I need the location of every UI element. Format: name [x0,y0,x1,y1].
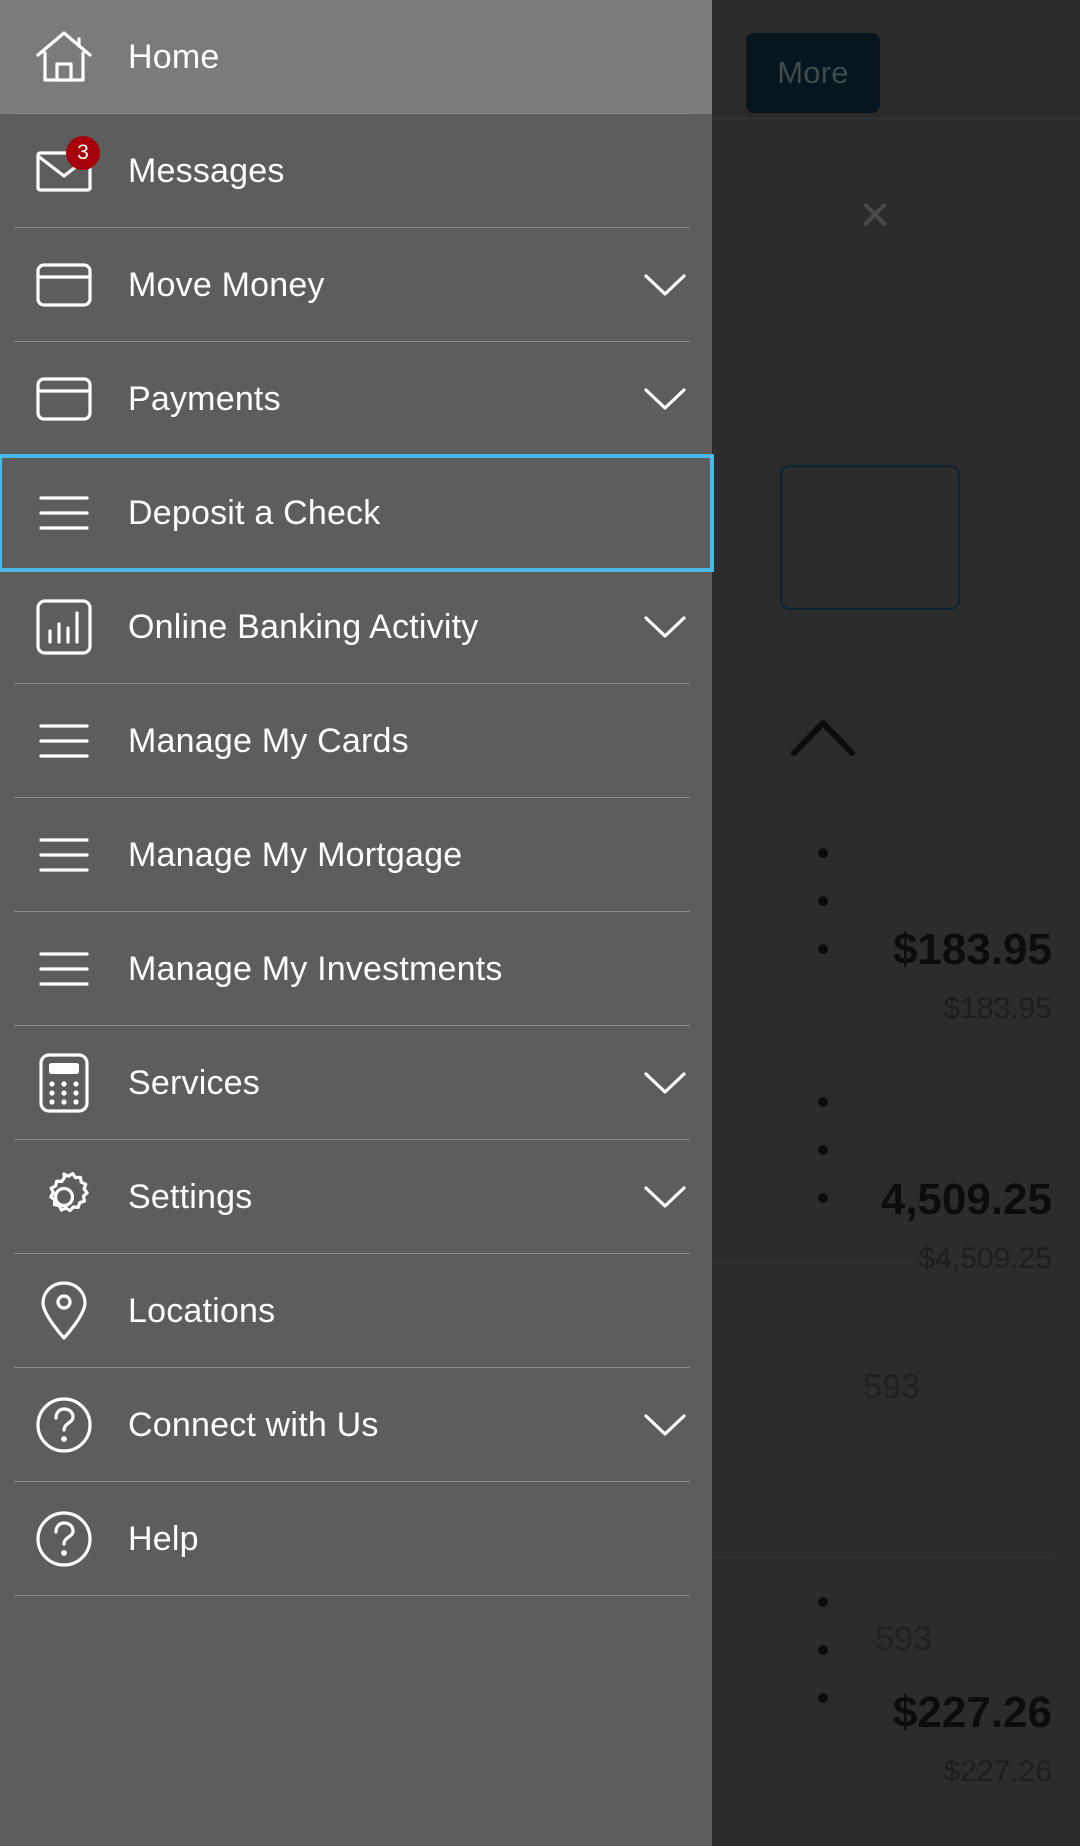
nav-item-services[interactable]: Services [0,1026,712,1140]
nav-item-home[interactable]: Home [0,0,712,114]
nav-item-label: Services [128,1063,260,1102]
nav-item-manage-my-mortgage[interactable]: Manage My Mortgage [0,798,712,912]
kebab-menu-icon[interactable] [818,848,828,954]
question-circle-icon [0,1368,128,1482]
nav-item-label: Messages [128,151,285,190]
hamburger-icon [0,456,128,570]
nav-item-connect-with-us[interactable]: Connect with Us [0,1368,712,1482]
nav-item-label: Manage My Mortgage [128,835,463,874]
chevron-down-icon[interactable] [643,272,687,298]
chevron-down-icon[interactable] [643,614,687,640]
nav-item-label: Payments [128,379,281,418]
message-count-badge: 3 [66,136,100,170]
account-number: 593 [863,1368,920,1406]
nav-divider [14,1595,690,1596]
more-button-label: More [777,55,849,90]
account-row-divider [712,1557,1054,1558]
account-card-outline [780,465,960,610]
nav-item-label: Connect with Us [128,1405,379,1444]
chevron-down-icon[interactable] [643,386,687,412]
account-number: 593 [875,1620,932,1658]
account-current-balance: $4,509.25 [918,1242,1052,1275]
app-screen: More ✕ $183.95 $183.95 4,509.25 $4,509.2… [0,0,1080,1846]
nav-item-move-money[interactable]: Move Money [0,228,712,342]
more-button[interactable]: More [746,33,880,113]
account-current-balance: $183.95 [943,992,1052,1025]
nav-item-settings[interactable]: Settings [0,1140,712,1254]
nav-item-online-banking-activity[interactable]: Online Banking Activity [0,570,712,684]
account-available-balance: $183.95 [892,925,1052,974]
nav-item-label: Home [128,37,220,76]
nav-item-manage-my-cards[interactable]: Manage My Cards [0,684,712,798]
chevron-down-icon[interactable] [643,1184,687,1210]
close-icon[interactable]: ✕ [855,196,895,236]
nav-item-locations[interactable]: Locations [0,1254,712,1368]
navigation-drawer: Home 3 Messages Move Money Payments Depo… [0,0,714,1846]
home-icon [0,0,128,114]
map-pin-icon [0,1254,128,1368]
card-icon [0,228,128,342]
nav-item-help[interactable]: Help [0,1482,712,1596]
nav-item-label: Settings [128,1177,253,1216]
nav-item-deposit-a-check[interactable]: Deposit a Check [0,454,714,572]
card-icon [0,342,128,456]
hamburger-icon [0,912,128,1026]
nav-item-label: Move Money [128,265,325,304]
nav-item-label: Manage My Cards [128,721,409,760]
calculator-icon [0,1026,128,1140]
question-circle-icon [0,1482,128,1596]
bar-chart-icon [0,570,128,684]
chevron-down-icon[interactable] [643,1070,687,1096]
nav-item-label: Locations [128,1291,276,1330]
nav-item-messages[interactable]: 3 Messages [0,114,712,228]
account-available-balance: 4,509.25 [880,1175,1052,1224]
envelope-icon: 3 [0,114,128,228]
kebab-menu-icon[interactable] [818,1097,828,1203]
hamburger-icon [0,684,128,798]
nav-item-label: Help [128,1519,199,1558]
hamburger-icon [0,798,128,912]
kebab-menu-icon[interactable] [818,1597,828,1703]
nav-item-label: Online Banking Activity [128,607,479,646]
account-available-balance: $227.26 [892,1688,1052,1737]
nav-item-payments[interactable]: Payments [0,342,712,456]
nav-item-label: Deposit a Check [128,493,381,532]
chevron-up-icon[interactable] [790,715,856,759]
nav-item-manage-my-investments[interactable]: Manage My Investments [0,912,712,1026]
account-current-balance: $227.26 [943,1755,1052,1788]
gear-icon [0,1140,128,1254]
nav-item-label: Manage My Investments [128,949,503,988]
chevron-down-icon[interactable] [643,1412,687,1438]
